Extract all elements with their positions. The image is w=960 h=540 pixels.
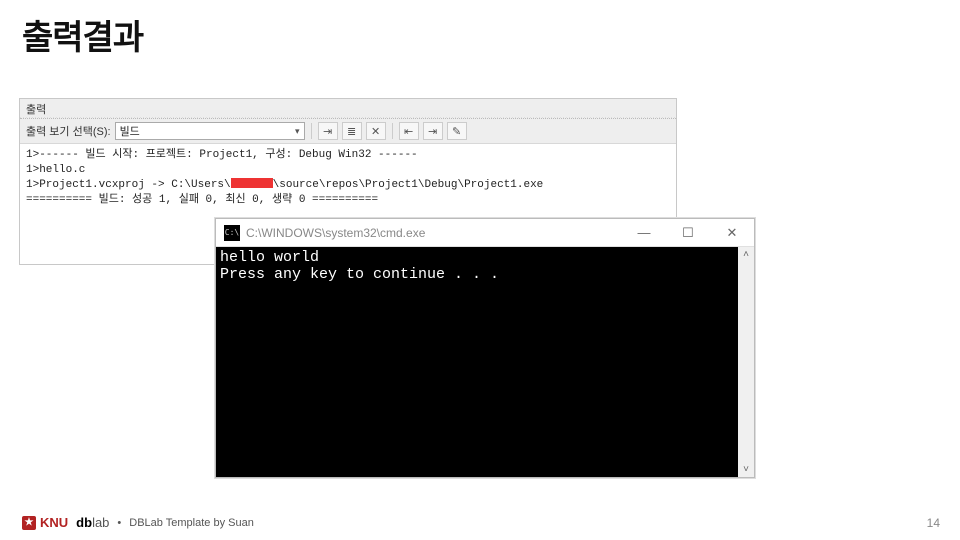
scroll-up-icon: ˄ (743, 249, 749, 260)
maximize-icon: ☐ (682, 225, 694, 241)
output-line: 1>hello.c (26, 164, 85, 176)
slide-title: 출력결과 (22, 10, 143, 59)
dblab-logo: dblab (76, 515, 109, 530)
bullet-separator: • (117, 517, 121, 529)
output-panel-title: 출력 (20, 99, 676, 119)
cmd-console-output[interactable]: hello world Press any key to continue . … (216, 247, 738, 477)
slide-footer: ★ KNU dblab • DBLab Template by Suan (22, 515, 254, 530)
outdent-button[interactable]: ⇥ (423, 122, 443, 140)
show-output-from-label: 출력 보기 선택(S): (26, 123, 111, 139)
refresh-button[interactable]: ✎ (447, 122, 467, 140)
toolbar-separator (311, 123, 312, 139)
output-toolbar: 출력 보기 선택(S): 빌드 ▾ ⇥ ≣ ✕ ⇤ ⇥ ✎ (20, 119, 676, 144)
arrow-icon: ⇥ (323, 125, 332, 138)
toggle-wrap-button[interactable]: ≣ (342, 122, 362, 140)
outdent-icon: ⇥ (428, 125, 437, 138)
page-number: 14 (927, 516, 940, 530)
find-message-button[interactable]: ⇥ (318, 122, 338, 140)
knu-mark-icon: ★ (22, 516, 36, 530)
clear-all-button[interactable]: ✕ (366, 122, 386, 140)
indent-icon: ⇤ (404, 125, 413, 138)
cmd-body-wrap: hello world Press any key to continue . … (216, 247, 754, 477)
indent-button[interactable]: ⇤ (399, 122, 419, 140)
close-icon: ✕ (727, 225, 738, 241)
output-source-selected: 빌드 (120, 123, 140, 139)
toolbar-separator (392, 123, 393, 139)
wrap-icon: ≣ (347, 125, 356, 138)
cmd-scrollbar[interactable]: ˄ ˅ (738, 247, 754, 477)
refresh-icon: ✎ (452, 125, 461, 138)
cmd-window-title: C:\WINDOWS\system32\cmd.exe (246, 226, 622, 240)
knu-text: KNU (40, 515, 68, 530)
scroll-down-icon: ˅ (743, 464, 749, 475)
maximize-button[interactable]: ☐ (666, 219, 710, 247)
knu-logo: ★ KNU (22, 515, 68, 530)
output-line: ========== 빌드: 성공 1, 실패 0, 최신 0, 생략 0 ==… (26, 194, 378, 206)
redacted-username (231, 178, 273, 188)
output-line: 1>Project1.vcxproj -> C:\Users\\source\r… (26, 179, 543, 191)
footer-credit: DBLab Template by Suan (129, 517, 254, 529)
clear-icon: ✕ (371, 125, 380, 138)
chevron-down-icon: ▾ (295, 126, 300, 137)
close-button[interactable]: ✕ (710, 219, 754, 247)
cmd-titlebar[interactable]: C:\ C:\WINDOWS\system32\cmd.exe — ☐ ✕ (216, 219, 754, 247)
cmd-app-icon: C:\ (224, 225, 240, 241)
cmd-window: C:\ C:\WINDOWS\system32\cmd.exe — ☐ ✕ he… (215, 218, 755, 478)
minimize-button[interactable]: — (622, 219, 666, 247)
output-source-select[interactable]: 빌드 ▾ (115, 122, 305, 140)
minimize-icon: — (638, 225, 651, 240)
output-line: 1>------ 빌드 시작: 프로젝트: Project1, 구성: Debu… (26, 149, 418, 161)
